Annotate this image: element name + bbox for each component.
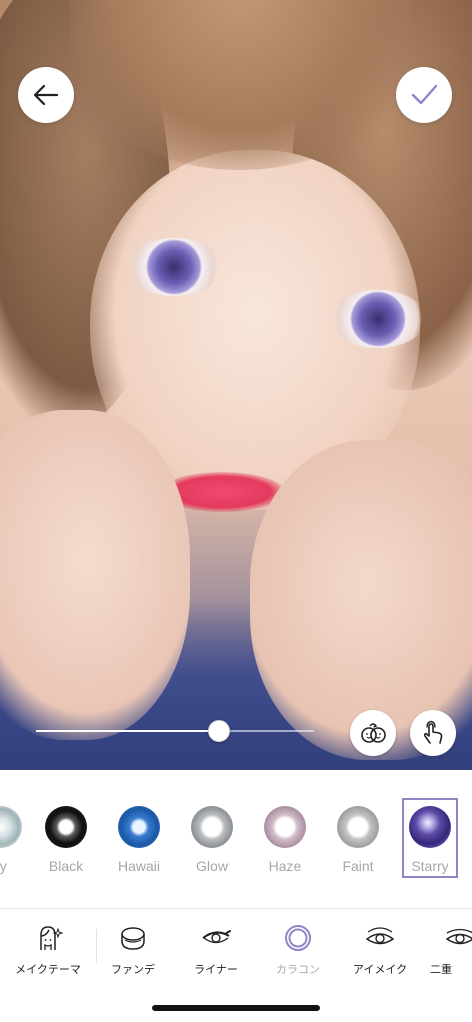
manual-adjust-button[interactable] <box>410 710 456 756</box>
lens-label: Hawaii <box>117 858 160 874</box>
lens-option-glow[interactable]: Glow <box>181 800 243 918</box>
lens-swatch <box>118 806 160 848</box>
eye-makeup-icon <box>365 927 395 945</box>
tab-double-eyelid[interactable]: 二重 <box>420 923 472 983</box>
lens-option-faint[interactable]: Faint <box>327 800 389 918</box>
tap-hand-icon <box>423 720 443 744</box>
back-button[interactable] <box>18 67 74 123</box>
checkmark-icon <box>411 84 438 105</box>
tab-label: カラコン <box>276 963 320 976</box>
tab-label: ライナー <box>194 963 238 976</box>
lens-swatch <box>191 806 233 848</box>
color-contact-icon <box>285 925 311 951</box>
compare-button[interactable] <box>350 710 396 756</box>
photo-eye-right <box>330 290 426 348</box>
lens-option-haze[interactable]: Haze <box>254 800 316 918</box>
lens-label: Starry <box>411 858 449 874</box>
home-indicator <box>152 1005 320 1011</box>
lens-selector: tty Black Hawaii Glow Haze Faint Starry <box>0 770 472 908</box>
slider-fill <box>36 730 219 732</box>
lens-label: Faint <box>342 858 374 874</box>
face-compare-icon <box>361 723 386 743</box>
lens-label: Black <box>48 858 84 874</box>
lens-swatch <box>0 806 22 848</box>
eyeliner-icon <box>202 930 231 944</box>
arrow-left-icon <box>33 84 59 106</box>
tab-label: アイメイク <box>352 963 408 976</box>
lens-swatch <box>45 806 87 848</box>
slider-thumb[interactable] <box>208 720 230 742</box>
lens-swatch <box>264 806 306 848</box>
lens-option-pretty[interactable]: tty <box>0 800 32 918</box>
tab-makeup-theme[interactable]: メイクテーマ <box>8 923 88 983</box>
lens-swatch <box>337 806 379 848</box>
makeup-theme-icon <box>40 926 63 950</box>
photo-hand-left <box>0 410 190 740</box>
tab-color-contacts[interactable]: カラコン <box>258 923 338 983</box>
intensity-slider[interactable] <box>36 720 314 742</box>
lens-option-black[interactable]: Black <box>35 800 97 918</box>
lens-option-hawaii[interactable]: Hawaii <box>108 800 170 918</box>
tab-foundation[interactable]: ファンデ <box>93 923 173 983</box>
tab-eye-makeup[interactable]: アイメイク <box>340 923 420 983</box>
photo-preview <box>0 0 472 770</box>
double-eyelid-icon <box>445 928 472 945</box>
tab-liner[interactable]: ライナー <box>176 923 256 983</box>
tab-label: 二重 <box>430 963 452 976</box>
lens-swatch <box>409 806 451 848</box>
lens-label: tty <box>0 858 7 874</box>
tab-label: メイクテーマ <box>15 963 81 976</box>
tab-label: ファンデ <box>111 963 155 976</box>
lens-label: Haze <box>268 858 302 874</box>
lens-label: Glow <box>196 858 228 874</box>
foundation-compact-icon <box>121 927 145 950</box>
lens-option-starry[interactable]: Starry <box>402 798 464 918</box>
photo-eye-left <box>126 238 222 296</box>
confirm-button[interactable] <box>396 67 452 123</box>
